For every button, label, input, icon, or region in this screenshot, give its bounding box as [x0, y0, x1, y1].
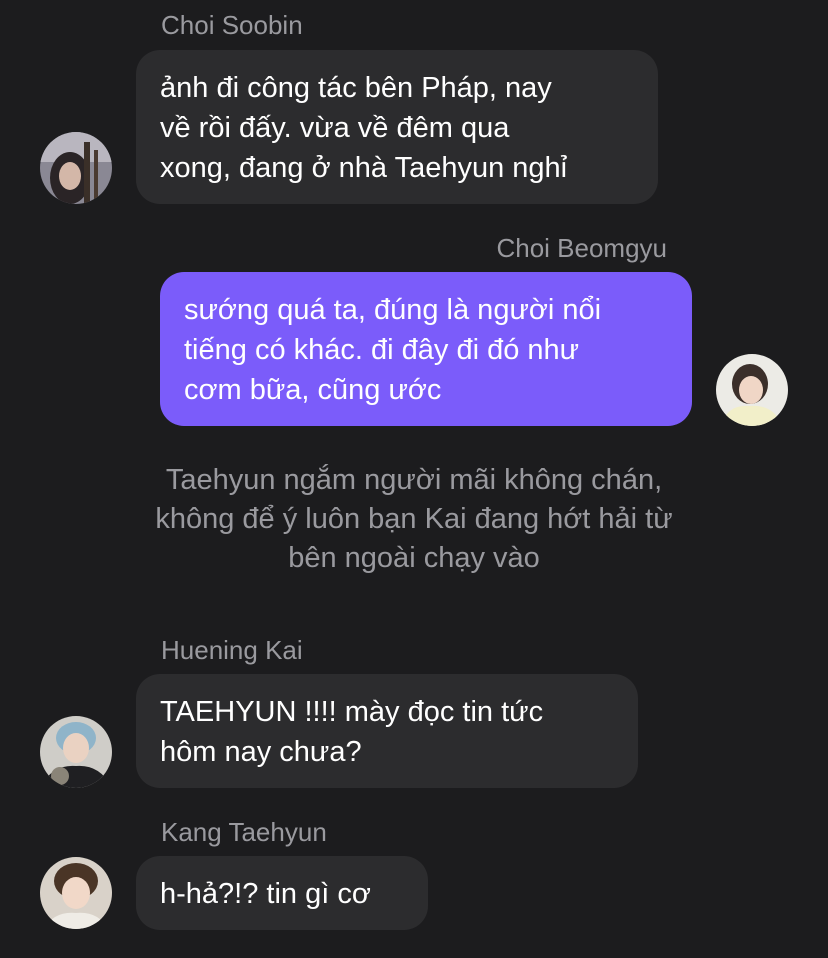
message-bubble[interactable]: TAEHYUN !!!! mày đọc tin tức hôm nay chư…: [136, 674, 638, 788]
message-bubble[interactable]: sướng quá ta, đúng là người nổi tiếng có…: [160, 272, 692, 426]
message-bubble[interactable]: h-hả?!? tin gì cơ: [136, 856, 428, 930]
avatar-icon[interactable]: [40, 857, 112, 929]
message-bubble[interactable]: ảnh đi công tác bên Pháp, nay về rồi đấy…: [136, 50, 658, 204]
sender-name: Choi Beomgyu: [496, 233, 667, 263]
avatar-icon[interactable]: [40, 132, 112, 204]
avatar-icon[interactable]: [716, 354, 788, 426]
narration-text: Taehyun ngắm người mãi không chán, không…: [155, 464, 673, 574]
avatar-icon[interactable]: [40, 716, 112, 788]
sender-name: Huening Kai: [161, 635, 303, 665]
sender-name: Kang Taehyun: [161, 817, 327, 847]
sender-name: Choi Soobin: [161, 10, 303, 40]
